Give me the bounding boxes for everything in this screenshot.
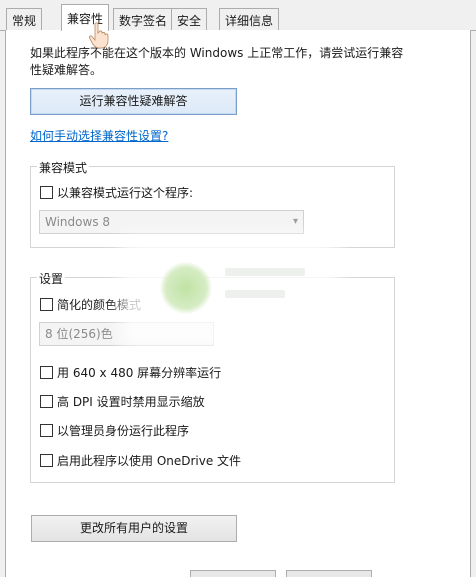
tab-security[interactable]: 安全	[171, 8, 208, 30]
onedrive-checkbox-box[interactable]	[40, 454, 53, 467]
compat-mode-checkbox-box[interactable]	[40, 186, 53, 199]
onedrive-checkbox-label: 启用此程序以使用 OneDrive 文件	[57, 454, 242, 468]
info-text: 如果此程序不能在这个版本的 Windows 上正常工作，请尝试运行兼容性疑难解答…	[30, 46, 404, 77]
watermark-bar	[225, 268, 305, 276]
tab-bar: 常规 兼容性 数字签名 安全 详细信息	[0, 0, 476, 31]
compat-mode-checkbox[interactable]: 以兼容模式运行这个程序:	[40, 184, 193, 201]
run-troubleshooter-button[interactable]: 运行兼容性疑难解答	[30, 88, 237, 115]
reduced-color-checkbox-label: 简化的颜色模式	[57, 298, 142, 312]
run-as-admin-checkbox-label: 以管理员身份运行此程序	[57, 424, 190, 438]
compat-mode-checkbox-label: 以兼容模式运行这个程序:	[57, 186, 194, 200]
high-dpi-checkbox[interactable]: 高 DPI 设置时禁用显示缩放	[40, 393, 205, 410]
manual-compat-settings-link[interactable]: 如何手动选择兼容性设置?	[30, 127, 168, 144]
change-all-users-button[interactable]: 更改所有用户的设置	[31, 515, 237, 542]
high-dpi-checkbox-box[interactable]	[40, 395, 53, 408]
tab-general[interactable]: 常规	[6, 8, 43, 30]
res-640-checkbox-label: 用 640 x 480 屏幕分辨率运行	[57, 366, 222, 380]
run-as-admin-checkbox-box[interactable]	[40, 424, 53, 437]
reduced-color-checkbox-box[interactable]	[40, 298, 53, 311]
compat-mode-select-value: Windows 8	[45, 215, 111, 229]
res-640-checkbox[interactable]: 用 640 x 480 屏幕分辨率运行	[40, 364, 221, 381]
watermark-overlay	[135, 250, 325, 335]
watermark-logo-icon	[160, 262, 212, 314]
dialog-button-partial[interactable]	[286, 570, 372, 577]
compat-mode-select: Windows 8 ▾	[39, 210, 304, 234]
compat-mode-title: 兼容模式	[37, 159, 90, 176]
reduced-color-checkbox[interactable]: 简化的颜色模式	[40, 296, 141, 313]
watermark-bar	[225, 290, 285, 298]
dialog-button-partial[interactable]	[190, 570, 276, 577]
chevron-down-icon: ▾	[292, 216, 298, 227]
onedrive-checkbox[interactable]: 启用此程序以使用 OneDrive 文件	[40, 452, 241, 469]
tab-digital-signatures[interactable]: 数字签名	[113, 8, 174, 30]
run-as-admin-checkbox[interactable]: 以管理员身份运行此程序	[40, 422, 189, 439]
color-mode-select-value: 8 位(256)色	[45, 327, 113, 341]
high-dpi-checkbox-label: 高 DPI 设置时禁用显示缩放	[57, 395, 205, 409]
res-640-checkbox-box[interactable]	[40, 366, 53, 379]
hand-cursor-icon	[88, 22, 109, 49]
compat-mode-group	[30, 166, 395, 248]
settings-title: 设置	[37, 270, 66, 287]
tab-details[interactable]: 详细信息	[219, 8, 280, 30]
